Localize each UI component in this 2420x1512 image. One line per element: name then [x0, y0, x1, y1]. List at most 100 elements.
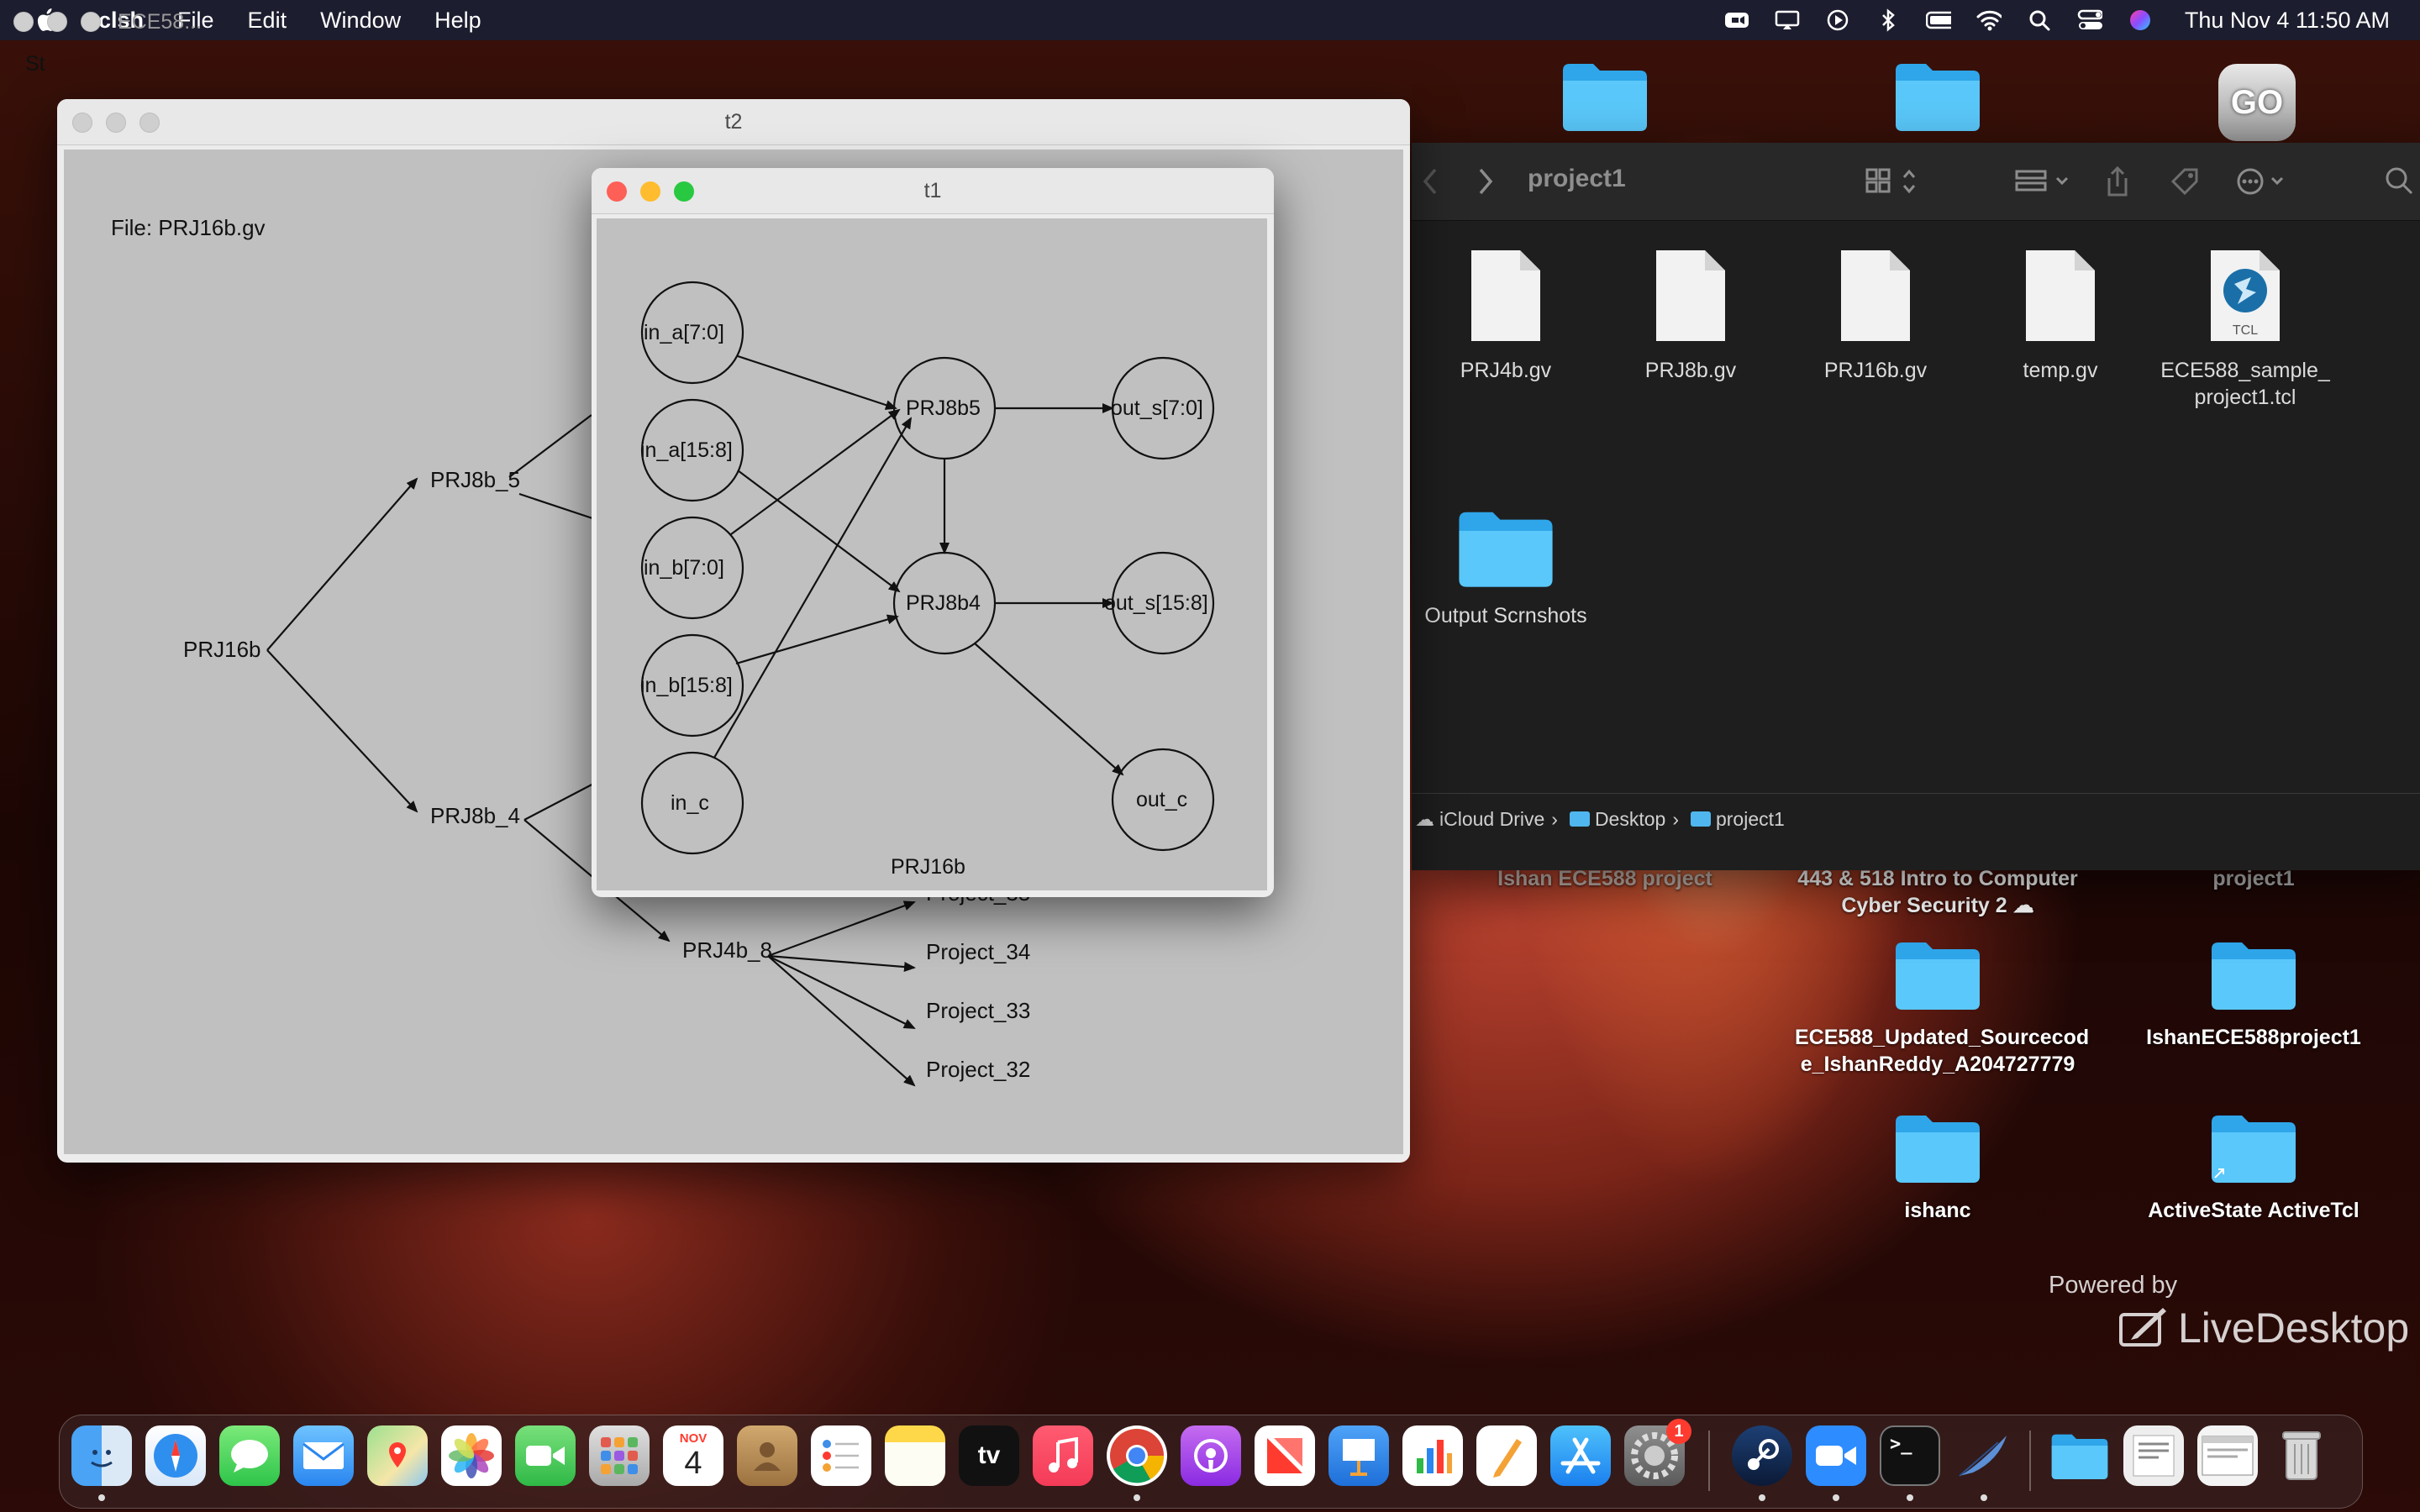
- graph-node-prj4b-8[interactable]: PRJ4b_8: [682, 937, 772, 963]
- tv-dock-icon[interactable]: tv: [959, 1425, 1019, 1486]
- spotlight-icon[interactable]: [2027, 8, 2052, 33]
- menu-clock[interactable]: Thu Nov 4 11:50 AM: [2185, 8, 2390, 34]
- desktop-folder-ishan-ece588-project[interactable]: [1462, 59, 1748, 137]
- close-button[interactable]: [13, 12, 34, 32]
- play-icon[interactable]: [1825, 8, 1850, 33]
- more-actions-icon[interactable]: [2235, 165, 2291, 198]
- reminders-dock-icon[interactable]: [811, 1425, 871, 1486]
- graph-node-out-c[interactable]: out_c: [1136, 788, 1187, 812]
- calendar-dock-icon[interactable]: NOV 4: [663, 1425, 723, 1486]
- menu-edit[interactable]: Edit: [248, 8, 287, 34]
- zoom-status-icon[interactable]: [1724, 8, 1749, 33]
- battery-icon[interactable]: [1925, 8, 1951, 33]
- graph-node-out-s-7-0[interactable]: out_s[7:0]: [1111, 396, 1203, 421]
- numbers-dock-icon[interactable]: [1402, 1425, 1463, 1486]
- podcasts-dock-icon[interactable]: [1181, 1425, 1241, 1486]
- mail-dock-icon[interactable]: [293, 1425, 354, 1486]
- graph-node-prj16b[interactable]: PRJ16b: [183, 637, 261, 663]
- messages-dock-icon[interactable]: [219, 1425, 280, 1486]
- news-dock-icon[interactable]: [1255, 1425, 1315, 1486]
- photos-dock-icon[interactable]: [441, 1425, 502, 1486]
- go-app-icon[interactable]: GO: [2218, 64, 2296, 141]
- graph-node-in-a-7-0[interactable]: in_a[7:0]: [644, 321, 724, 345]
- window-titlebar[interactable]: t2: [57, 99, 1410, 145]
- graph-node-prj8b4[interactable]: PRJ8b4: [906, 591, 981, 616]
- share-icon[interactable]: [2104, 165, 2131, 198]
- documents-stack-dock-icon[interactable]: [2123, 1425, 2184, 1486]
- graph-node-prj8b5[interactable]: PRJ8b5: [906, 396, 981, 421]
- desktop-folder-cyber-security[interactable]: [1795, 59, 2081, 137]
- launchpad-dock-icon[interactable]: [589, 1425, 650, 1486]
- back-chevron-icon[interactable]: [1420, 165, 1440, 198]
- facetime-dock-icon[interactable]: [515, 1425, 576, 1486]
- graph-node-project-32[interactable]: Project_32: [926, 1057, 1030, 1083]
- control-center-icon[interactable]: [2077, 8, 2102, 33]
- menu-help[interactable]: Help: [434, 8, 481, 34]
- graph-node-prj8b-5[interactable]: PRJ8b_5: [430, 467, 520, 493]
- desktop-folder-ishanece588project1[interactable]: IshanECE588project1: [2111, 937, 2396, 1051]
- notes-dock-icon[interactable]: [885, 1425, 945, 1486]
- window-titlebar[interactable]: t1: [592, 168, 1274, 214]
- menu-window[interactable]: Window: [320, 8, 401, 34]
- keynote-dock-icon[interactable]: [1328, 1425, 1389, 1486]
- bluetooth-icon[interactable]: [1876, 8, 1901, 33]
- document-icon: [1471, 250, 1540, 341]
- running-indicator: [1759, 1494, 1765, 1501]
- chrome-window-dock-icon[interactable]: [2197, 1425, 2258, 1486]
- graph-canvas[interactable]: in_a[7:0] in_a[15:8] in_b[7:0] in_b[15:8…: [597, 218, 1267, 890]
- app-store-dock-icon[interactable]: [1550, 1425, 1611, 1486]
- graph-node-out-s-15-8[interactable]: out_s[15:8]: [1104, 591, 1208, 616]
- terminal-dock-icon[interactable]: >_: [1880, 1425, 1940, 1486]
- desktop-folder-ece588-updated[interactable]: ECE588_Updated_Sourcecod e_IshanReddy_A2…: [1795, 937, 2089, 1078]
- path-desktop[interactable]: Desktop: [1595, 808, 1665, 831]
- zoom-dock-icon[interactable]: [1806, 1425, 1866, 1486]
- folder-output-scrnshots[interactable]: Output Scrnshots: [1413, 506, 1598, 629]
- downloads-stack-dock-icon[interactable]: [2049, 1425, 2110, 1486]
- file-prj8b-gv[interactable]: PRJ8b.gv: [1598, 247, 1783, 384]
- pages-dock-icon[interactable]: [1476, 1425, 1537, 1486]
- siri-icon[interactable]: [2128, 8, 2153, 33]
- desktop-item-label: Cyber Security 2 ☁: [1841, 894, 2034, 917]
- path-project1[interactable]: project1: [1716, 808, 1785, 831]
- file-temp-gv[interactable]: temp.gv: [1968, 247, 2153, 384]
- dock-divider: [1708, 1431, 1710, 1491]
- trash-dock-icon[interactable]: [2271, 1425, 2332, 1486]
- path-icloud-drive[interactable]: iCloud Drive: [1439, 808, 1544, 831]
- tcl-label: TCL: [2233, 323, 2258, 338]
- graph-node-prj8b-4[interactable]: PRJ8b_4: [430, 803, 520, 829]
- file-prj16b-gv[interactable]: PRJ16b.gv: [1783, 247, 1968, 384]
- music-dock-icon[interactable]: [1033, 1425, 1093, 1486]
- desktop-folder-activestate[interactable]: ActiveState ActiveTcl: [2111, 1110, 2396, 1224]
- icon-view-icon[interactable]: [1865, 165, 1924, 198]
- safari-dock-icon[interactable]: [145, 1425, 206, 1486]
- graph-node-in-b-7-0[interactable]: in_b[7:0]: [644, 556, 724, 580]
- forward-chevron-icon[interactable]: [1476, 165, 1496, 198]
- window-t1[interactable]: t1 in_a[7:0] in_a[15:8] in_b[7:0] in_b[1…: [592, 168, 1274, 897]
- wifi-icon[interactable]: [1976, 8, 2002, 33]
- tcl-feather-dock-icon[interactable]: [1954, 1425, 2014, 1486]
- system-preferences-dock-icon[interactable]: 1: [1624, 1419, 1691, 1486]
- search-icon[interactable]: [2383, 165, 2417, 198]
- graph-node-project-34[interactable]: Project_34: [926, 939, 1030, 965]
- path-folder-icon: [1569, 811, 1590, 827]
- contacts-dock-icon[interactable]: [737, 1425, 797, 1486]
- screen-mirror-icon[interactable]: [1775, 8, 1800, 33]
- graph-node-in-a-15-8[interactable]: in_a[15:8]: [640, 438, 733, 463]
- maps-dock-icon[interactable]: [367, 1425, 428, 1486]
- file-prj4b-gv[interactable]: PRJ4b.gv: [1413, 247, 1598, 384]
- graph-node-in-b-15-8[interactable]: in_b[15:8]: [640, 674, 733, 698]
- graph-node-in-c[interactable]: in_c: [671, 791, 709, 816]
- zoom-button[interactable]: [81, 12, 101, 32]
- graph-node-project-33[interactable]: Project_33: [926, 998, 1030, 1024]
- finder-window[interactable]: project1 PRJ4b.gv PRJ8b.gv PRJ16b.gv tem…: [1412, 143, 2420, 870]
- minimize-button[interactable]: [47, 12, 67, 32]
- chrome-dock-icon[interactable]: [1107, 1425, 1167, 1486]
- desktop-folder-ishanc[interactable]: ishanc: [1795, 1110, 2081, 1224]
- steam-dock-icon[interactable]: [1732, 1425, 1792, 1486]
- file-ece588-sample-tcl[interactable]: TCL ECE588_sample_ project1.tcl: [2153, 247, 2338, 411]
- path-separator-icon: ›: [1551, 807, 1558, 830]
- tag-icon[interactable]: [2170, 165, 2202, 198]
- folder-icon: [1896, 64, 1980, 131]
- group-by-icon[interactable]: [2015, 165, 2079, 198]
- finder-dock-icon[interactable]: [71, 1425, 132, 1486]
